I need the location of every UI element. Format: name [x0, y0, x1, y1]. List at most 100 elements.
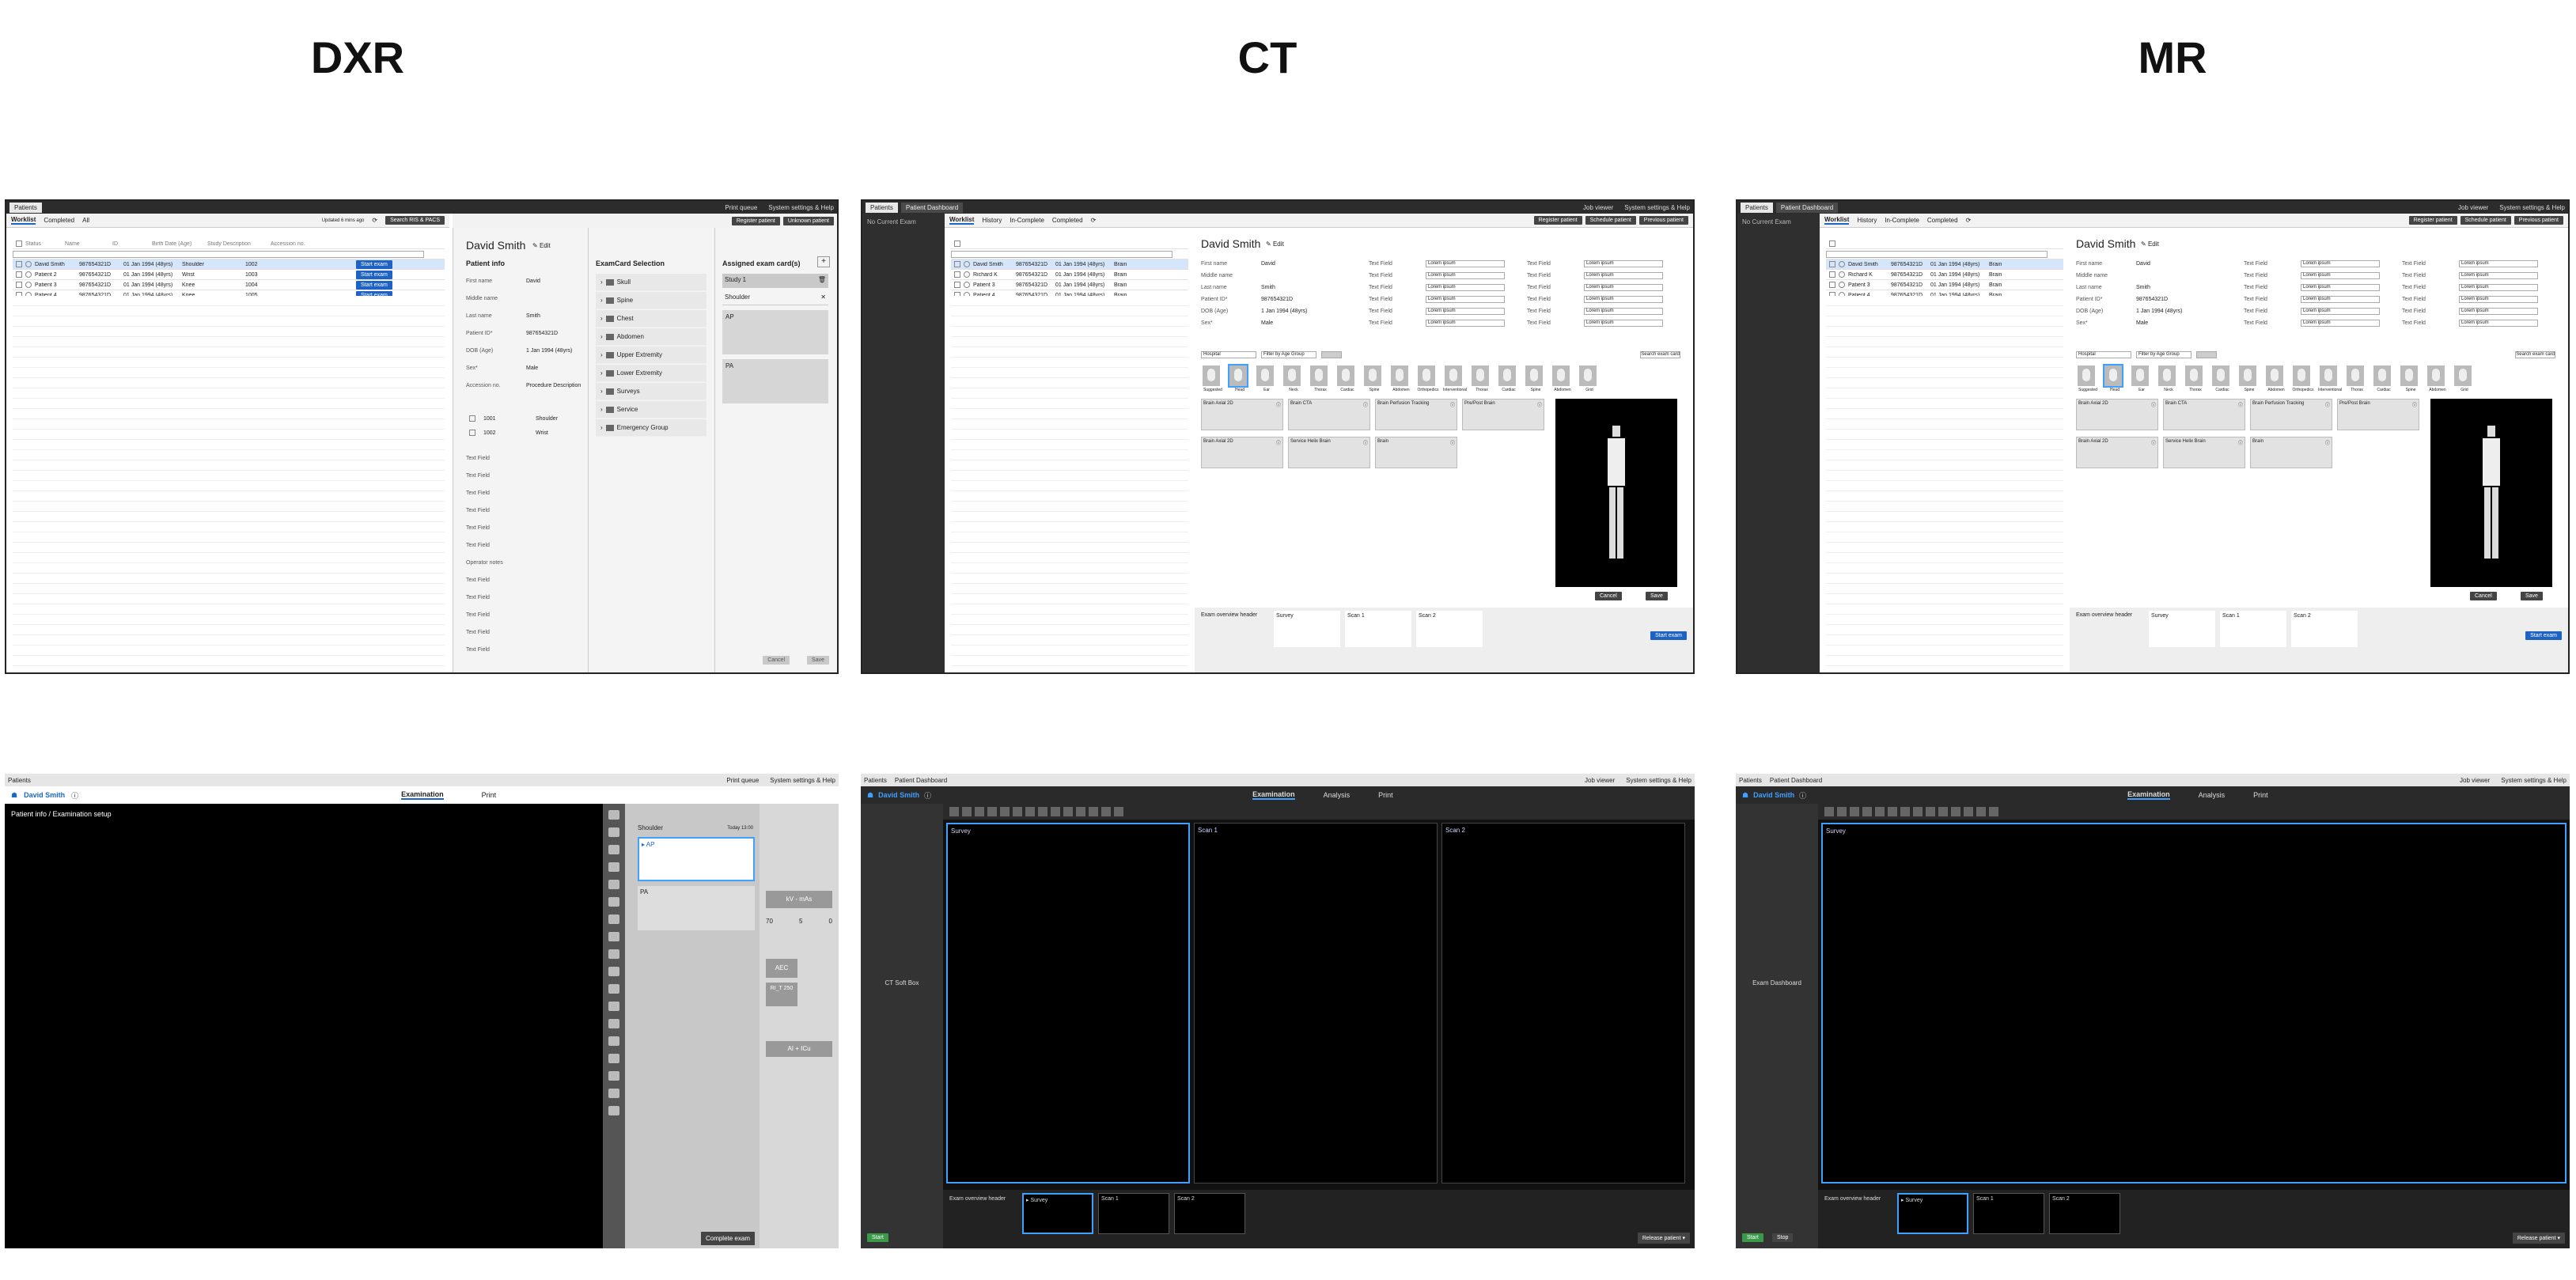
tool-icon[interactable] [608, 1071, 619, 1081]
view-ap[interactable]: ▸ AP [638, 837, 755, 881]
text-field[interactable]: Text Field [466, 484, 521, 502]
tool-icon[interactable] [608, 1002, 619, 1011]
lorem-field[interactable]: Text Field Lorem ipsum [2402, 282, 2538, 293]
text-field[interactable]: Text Field [466, 641, 521, 658]
lorem-value[interactable]: Lorem ipsum [1426, 284, 1505, 291]
exam-card[interactable]: Pre/Post Brain ⓘ [2337, 399, 2419, 430]
exam-card[interactable]: Brain Perfusion Tracking ⓘ [2250, 399, 2332, 430]
sidebar-label[interactable]: CT Soft Box [861, 979, 943, 987]
start-button[interactable]: Start [867, 1233, 888, 1242]
info-icon[interactable]: ⓘ [71, 790, 78, 801]
select-all-checkbox[interactable] [16, 240, 22, 247]
settings-link[interactable]: System settings & Help [2501, 777, 2567, 784]
lorem-value[interactable]: Lorem ipsum [1584, 272, 1663, 279]
lorem-field[interactable]: Text Field Lorem ipsum [2402, 270, 2538, 282]
tab-dashboard[interactable]: Patient Dashboard [900, 202, 964, 213]
tool-icon[interactable] [1964, 807, 1973, 816]
register-patient-button[interactable]: Register patient [731, 216, 780, 225]
cancel-button[interactable]: Cancel [763, 656, 790, 665]
age-filter[interactable]: Filter by Age Group [1261, 351, 1316, 358]
field-value[interactable]: Smith [526, 313, 540, 319]
exam-card[interactable]: Brain Axial 2D ⓘ [1201, 399, 1283, 430]
category-item[interactable]: › Spine [596, 292, 707, 309]
procedure-item[interactable]: 1002 Wrist [466, 426, 558, 440]
row-checkbox[interactable] [1829, 261, 1835, 267]
field-value[interactable]: 987654321D [2136, 297, 2168, 302]
search-ris-button[interactable]: Search RIS & PACS [385, 216, 445, 225]
lorem-field[interactable]: Text Field Lorem ipsum [2244, 293, 2380, 305]
text-field[interactable]: Text Field [466, 536, 521, 554]
col-name[interactable]: Name [65, 241, 112, 247]
table-row[interactable]: Richard K 987654321D 01 Jan 1994 (48yrs)… [1826, 270, 2063, 280]
scan-card-survey[interactable]: ▸ Survey [1022, 1193, 1093, 1234]
schedule-patient-button[interactable]: Schedule patient [2460, 216, 2511, 225]
lorem-value[interactable]: Lorem ipsum [1584, 308, 1663, 315]
patient-name[interactable]: David Smith [1753, 791, 1794, 799]
cancel-button[interactable]: Cancel [2470, 592, 2497, 600]
procedure-checkbox[interactable] [469, 430, 475, 436]
scan-card-1[interactable]: Scan 1 [2220, 611, 2286, 647]
text-field[interactable]: Text Field [466, 449, 521, 467]
search-exam-input[interactable]: Search exam card [2515, 351, 2555, 358]
tab-patients[interactable]: Patients [1741, 202, 1773, 213]
lorem-value[interactable]: Lorem ipsum [2459, 320, 2538, 327]
col-id[interactable]: ID [112, 241, 152, 247]
lorem-value[interactable]: Lorem ipsum [1426, 308, 1505, 315]
scan-card-2[interactable]: Scan 2 [2049, 1193, 2120, 1234]
anatomy-filter[interactable]: Spine [2399, 365, 2423, 392]
add-icon[interactable]: + [817, 256, 830, 267]
complete-exam-button[interactable]: Complete exam [700, 1232, 755, 1245]
image-viewport[interactable]: Patient info / Examination setup [5, 804, 603, 1248]
tab-examination[interactable]: Examination [1252, 790, 1295, 800]
scan-card-2[interactable]: Scan 2 [1416, 611, 1483, 647]
shoulder-item[interactable]: Shoulder ✕ [722, 291, 828, 305]
anatomy-filter[interactable]: Orthopedics [1416, 365, 1440, 392]
table-row[interactable]: Richard K 987654321D 01 Jan 1994 (48yrs)… [951, 270, 1188, 280]
anatomy-filter[interactable]: Thorax [1309, 365, 1332, 392]
scan-viewport[interactable]: Scan 1 [1194, 823, 1438, 1183]
lorem-field[interactable]: Text Field Lorem ipsum [2402, 305, 2538, 317]
tab-examination[interactable]: Examination [2127, 790, 2170, 800]
tool-icon[interactable] [608, 1036, 619, 1046]
tab-worklist[interactable]: Worklist [1824, 216, 1850, 225]
col-dob[interactable]: Birth Date (Age) [152, 241, 207, 247]
tab-patients[interactable]: Patients [1739, 777, 1762, 784]
tab-dashboard[interactable]: Patient Dashboard [895, 777, 947, 784]
cancel-button[interactable]: Cancel [1595, 592, 1622, 600]
anatomy-filter[interactable]: Grid [2453, 365, 2476, 392]
refresh-icon[interactable]: ⟳ [1966, 217, 1972, 224]
tool-icon[interactable] [1951, 807, 1960, 816]
anatomy-filter[interactable]: Ear [1255, 365, 1279, 392]
table-row[interactable]: Patient 2 987654321D 01 Jan 1994 (48yrs)… [13, 270, 445, 280]
patient-name[interactable]: David Smith [24, 791, 65, 799]
previous-patient-button[interactable]: Previous patient [2513, 216, 2563, 225]
tool-icon[interactable] [1101, 807, 1111, 816]
text-field[interactable]: Text Field [466, 519, 521, 536]
exam-card[interactable]: Brain CTA ⓘ [1288, 399, 1370, 430]
field-value[interactable]: David [526, 278, 540, 284]
tab-patients[interactable]: Patients [864, 777, 887, 784]
table-row[interactable]: Patient 3 987654321D 01 Jan 1994 (48yrs)… [951, 280, 1188, 290]
tab-incomplete[interactable]: In-Complete [1010, 217, 1044, 224]
tab-all[interactable]: All [82, 217, 89, 224]
scan-card-1[interactable]: Scan 1 [1098, 1193, 1169, 1234]
settings-link[interactable]: System settings & Help [1624, 204, 1690, 211]
edit-link[interactable]: ✎ Edit [1266, 240, 1284, 248]
print-queue-link[interactable]: Print queue [725, 204, 757, 211]
anatomy-filter[interactable]: Abdomen [2426, 365, 2449, 392]
lorem-value[interactable]: Lorem ipsum [2459, 284, 2538, 291]
info-icon[interactable]: ⓘ [1276, 439, 1281, 446]
hospital-dropdown[interactable]: Hospital [2076, 351, 2131, 358]
anatomy-filter[interactable]: Neck [2157, 365, 2180, 392]
tool-icon[interactable] [1913, 807, 1923, 816]
category-item[interactable]: › Lower Extremity [596, 365, 707, 382]
filter-input[interactable] [1826, 250, 2048, 258]
lorem-value[interactable]: Lorem ipsum [1426, 296, 1505, 303]
tab-history[interactable]: History [1857, 217, 1877, 224]
lorem-field[interactable]: Text Field Lorem ipsum [1369, 305, 1505, 317]
lorem-value[interactable]: Lorem ipsum [2301, 308, 2380, 315]
edit-link[interactable]: ✎ Edit [2141, 240, 2159, 248]
close-icon[interactable]: ✕ [820, 293, 826, 301]
trash-icon[interactable]: 🗑 [818, 276, 826, 283]
table-row[interactable]: Patient 3 987654321D 01 Jan 1994 (48yrs)… [13, 280, 445, 290]
